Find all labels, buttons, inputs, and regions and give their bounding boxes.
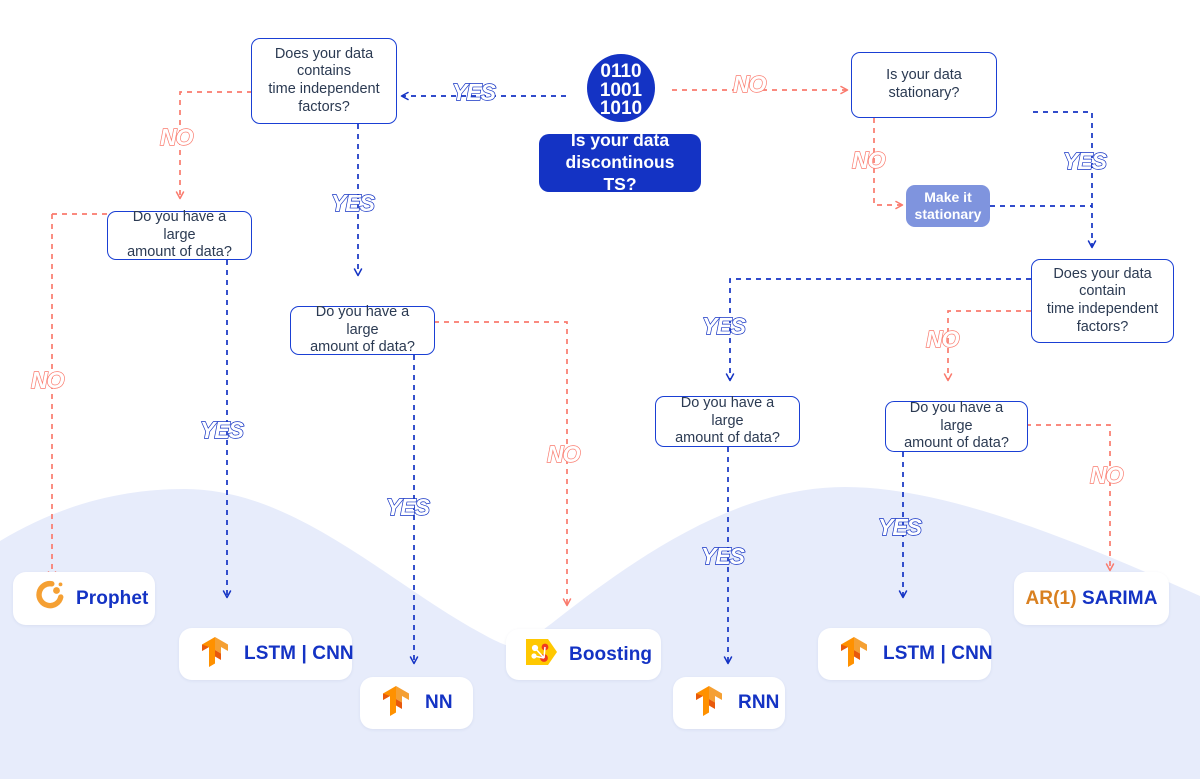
edge-label-leftfactors-yes: YES YES [330, 190, 375, 216]
result-boosting[interactable]: Boosting [506, 629, 661, 680]
result-label: LSTM | CNN [883, 643, 993, 664]
edge-label-stationary-no: NO NO [851, 147, 886, 173]
edge-label-root-yes: YES YES [451, 79, 496, 105]
binary-row-1: 0110 [600, 61, 641, 82]
result-label-ar1: AR(1) [1025, 587, 1077, 609]
result-lstm-cnn-right[interactable]: LSTM | CNN [818, 628, 993, 680]
root-question-label: Is your data discontinous TS? [565, 130, 675, 194]
decision-label: Does your data contain time independent … [1046, 265, 1159, 335]
decision-label: Do you have a large amount of data? [904, 399, 1009, 452]
edge-rightfactors-yes [725, 278, 1031, 382]
edge-label-large4-yes: YES YES [877, 514, 922, 540]
edge-label-large2-no: NO NO [546, 441, 581, 467]
result-label: LSTM | CNN [244, 643, 354, 664]
decision-label: Do you have a large amount of data? [310, 303, 415, 356]
decision-large-data-3[interactable]: Do you have a large amount of data? [655, 394, 800, 447]
result-prophet[interactable]: Prophet [13, 572, 155, 625]
root-question-box[interactable]: Is your data discontinous TS? [539, 130, 701, 194]
tensorflow-logo-icon [197, 634, 233, 675]
result-label: RNN [738, 692, 780, 713]
tensorflow-logo-icon [691, 683, 727, 724]
decision-label: Is your data stationary? [886, 67, 962, 101]
decision-label: Do you have a large amount of data? [675, 394, 780, 447]
edge-label-rightfactors-yes: YES YES [701, 313, 746, 339]
edge-label-large2-yes: YES YES [385, 494, 430, 520]
edge-label-rightfactors-no: NO NO [925, 326, 960, 352]
prophet-logo-icon [31, 579, 65, 618]
decision-large-data-4[interactable]: Do you have a large amount of data? [885, 399, 1028, 452]
decision-left-time-independent-factors[interactable]: Does your data contains time independent… [251, 38, 397, 124]
flowchart-canvas: 0110 1001 1010 Is your data discontinous… [0, 0, 1200, 779]
edge-label-stationary-yes: YES YES [1062, 148, 1107, 174]
decision-label: Do you have a large amount of data? [127, 208, 232, 261]
xgboost-logo-icon [524, 637, 558, 672]
decision-label: Does your data contains time independent… [268, 45, 380, 115]
decision-large-data-1[interactable]: Do you have a large amount of data? [107, 208, 252, 261]
result-label-group: AR(1) SARIMA [1025, 588, 1157, 610]
decision-large-data-2[interactable]: Do you have a large amount of data? [290, 303, 435, 356]
result-ar1-sarima[interactable]: AR(1) SARIMA [1014, 572, 1169, 625]
edge-label-large1-no: NO NO [30, 367, 65, 393]
edge-label-leftfactors-no: NO NO [159, 124, 194, 150]
result-label: Boosting [569, 643, 653, 665]
edge-label-large4-no: NO NO [1089, 462, 1124, 488]
result-label: NN [425, 692, 453, 713]
edge-large4-no [1026, 424, 1115, 572]
action-label: Make it stationary [914, 188, 982, 222]
result-label-sarima: SARIMA [1082, 587, 1158, 609]
tensorflow-logo-icon [836, 634, 872, 675]
tensorflow-logo-icon [378, 683, 414, 724]
edge-label-large3-yes: YES YES [700, 543, 745, 569]
result-nn[interactable]: NN [360, 677, 473, 729]
result-label: Prophet [76, 587, 149, 609]
binary-circle-icon: 0110 1001 1010 [585, 52, 657, 124]
edge-rightfactors-no [943, 310, 1031, 382]
edge-label-root-no: NO NO [732, 71, 767, 97]
edge-label-large1-yes: YES YES [199, 417, 244, 443]
action-make-it-stationary[interactable]: Make it stationary [906, 185, 990, 227]
decision-right-time-independent-factors[interactable]: Does your data contain time independent … [1031, 259, 1174, 343]
result-lstm-cnn-left[interactable]: LSTM | CNN [179, 628, 354, 680]
decision-is-data-stationary[interactable]: Is your data stationary? [851, 52, 997, 118]
result-rnn[interactable]: RNN [673, 677, 785, 729]
edge-stationary-yes [1033, 111, 1097, 249]
binary-row-3: 1010 [600, 98, 642, 119]
